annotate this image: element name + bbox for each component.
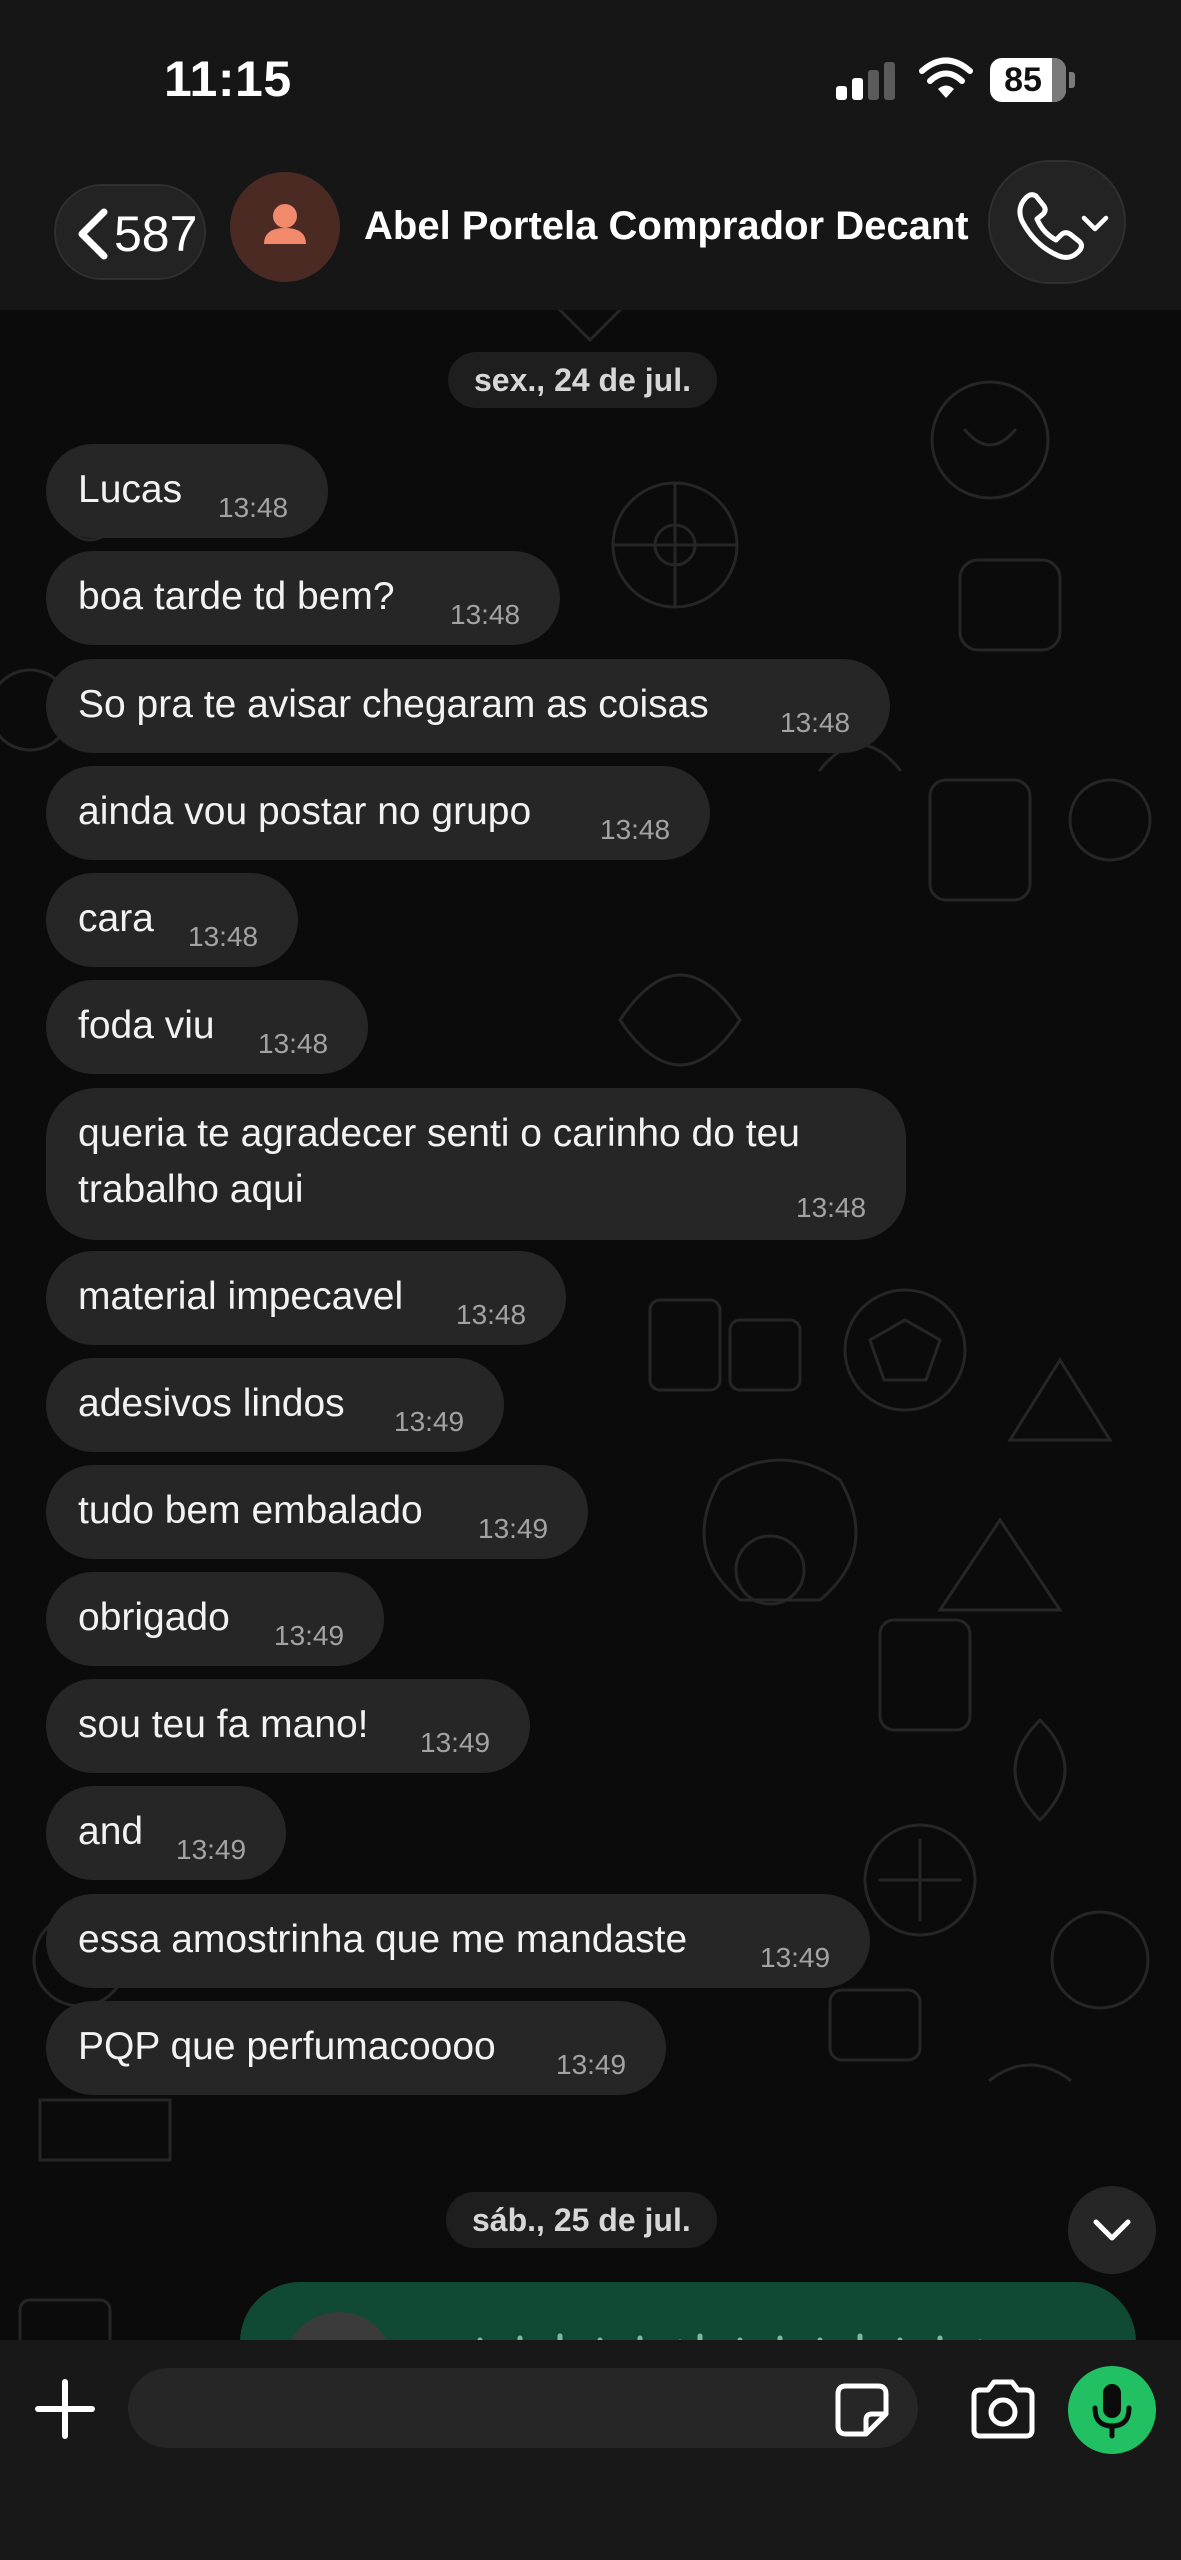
- message-time: 13:48: [218, 492, 289, 523]
- message-bubble[interactable]: cara 13:48: [46, 873, 298, 967]
- message-time: 13:48: [450, 599, 521, 630]
- message-time: 13:49: [420, 1727, 491, 1758]
- message-time: 13:48: [796, 1192, 867, 1223]
- cellular-signal-icon: [836, 60, 900, 100]
- microphone-icon: [1092, 2384, 1132, 2439]
- message-bubble[interactable]: foda viu 13:48: [46, 980, 368, 1074]
- message-text: boa tarde td bem?: [78, 575, 395, 618]
- message-text: and: [78, 1810, 144, 1853]
- unread-count: 587: [114, 206, 198, 262]
- message-time: 13:48: [258, 1028, 329, 1059]
- message-time: 13:49: [394, 1406, 465, 1437]
- message-bubble[interactable]: material impecavel 13:48: [46, 1251, 566, 1345]
- message-text: cara: [78, 897, 154, 940]
- contact-name[interactable]: Abel Portela Comprador Decant: [364, 194, 969, 258]
- message-bubble[interactable]: sou teu fa mano! 13:49: [46, 1679, 530, 1773]
- chevron-left-icon: [78, 208, 108, 260]
- microphone-button[interactable]: [1068, 2366, 1156, 2454]
- message-bubble[interactable]: PQP que perfumacoooo 13:49: [46, 2001, 666, 2095]
- message-bubble[interactable]: ainda vou postar no grupo 13:48: [46, 766, 710, 860]
- message-text: obrigado: [78, 1596, 230, 1639]
- chat-header: 587 Abel Portela Comprador Decant: [0, 150, 1181, 310]
- message-time: 13:49: [176, 1834, 247, 1865]
- call-button[interactable]: [988, 160, 1126, 284]
- message-text: adesivos lindos: [78, 1382, 345, 1425]
- message-text: material impecavel: [78, 1275, 404, 1318]
- message-composer: [0, 2340, 1181, 2560]
- message-time: 13:48: [456, 1299, 527, 1330]
- message-bubble[interactable]: So pra te avisar chegaram as coisas 13:4…: [46, 659, 890, 753]
- sticker-icon[interactable]: [832, 2380, 892, 2440]
- message-bubble[interactable]: queria te agradecer senti o carinho do t…: [46, 1088, 906, 1240]
- status-bar: 11:15 85: [0, 0, 1181, 150]
- message-text: Lucas: [78, 468, 183, 511]
- battery-icon: 85: [990, 58, 1076, 102]
- contact-avatar[interactable]: [230, 172, 340, 282]
- message-text: ainda vou postar no grupo: [78, 790, 532, 833]
- message-bubble[interactable]: essa amostrinha que me mandaste 13:49: [46, 1894, 870, 1988]
- message-bubble[interactable]: obrigado 13:49: [46, 1572, 384, 1666]
- message-input[interactable]: [128, 2368, 918, 2448]
- battery-level: 85: [1004, 61, 1042, 99]
- message-time: 13:48: [188, 921, 259, 952]
- message-text: foda viu: [78, 1004, 215, 1047]
- wifi-icon: [919, 57, 973, 98]
- camera-icon[interactable]: [968, 2378, 1038, 2440]
- status-time: 11:15: [164, 51, 292, 107]
- message-time: 13:48: [780, 707, 851, 738]
- message-bubble[interactable]: tudo bem embalado 13:49: [46, 1465, 588, 1559]
- message-time: 13:48: [600, 814, 671, 845]
- message-bubble[interactable]: adesivos lindos 13:49: [46, 1358, 504, 1452]
- message-time: 13:49: [556, 2049, 627, 2080]
- scroll-to-bottom-button[interactable]: [1068, 2186, 1156, 2274]
- message-text: essa amostrinha que me mandaste: [78, 1918, 688, 1961]
- message-text: sou teu fa mano!: [78, 1703, 369, 1746]
- chevron-down-icon: [1093, 2219, 1131, 2241]
- message-bubble[interactable]: and 13:49: [46, 1786, 286, 1880]
- message-time: 13:49: [274, 1620, 345, 1651]
- message-text: PQP que perfumacoooo: [78, 2025, 496, 2068]
- person-icon: [264, 204, 306, 244]
- date-separator: sáb., 25 de jul.: [446, 2192, 717, 2248]
- date-separator: sex., 24 de jul.: [448, 352, 717, 408]
- message-text: tudo bem embalado: [78, 1489, 423, 1532]
- plus-icon[interactable]: [30, 2374, 100, 2444]
- message-bubble[interactable]: boa tarde td bem? 13:48: [46, 551, 560, 645]
- chevron-down-icon: [1081, 215, 1109, 232]
- message-bubble[interactable]: Lucas 13:48: [46, 444, 328, 538]
- back-button[interactable]: 587: [54, 184, 206, 280]
- message-text: So pra te avisar chegaram as coisas: [78, 683, 709, 726]
- message-time: 13:49: [760, 1942, 831, 1973]
- message-text: queria te agradecer senti o carinho do t…: [78, 1112, 800, 1211]
- message-time: 13:49: [478, 1513, 549, 1544]
